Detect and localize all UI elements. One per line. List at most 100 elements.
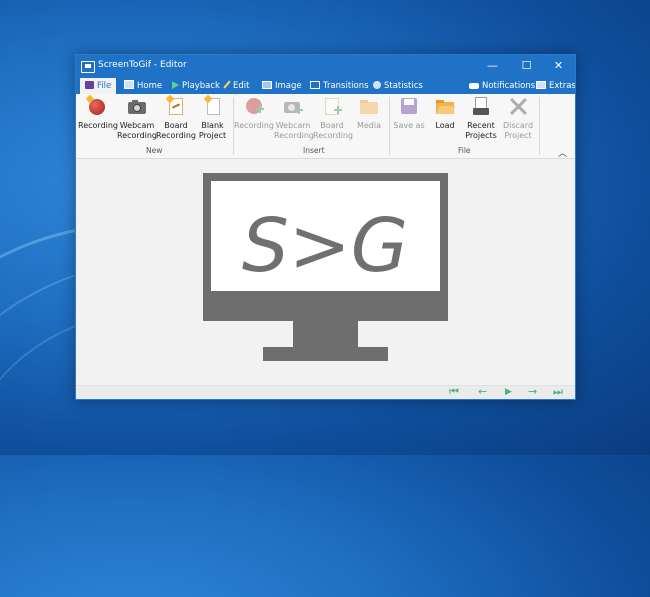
tab-home[interactable]: Home [124, 78, 162, 94]
tab-label: Home [137, 81, 163, 91]
button-label: Webcam Recording [274, 121, 315, 141]
button-label: Blank Project [196, 121, 229, 141]
notifications-label: Notifications [482, 81, 536, 91]
button-label: Recording [234, 121, 275, 130]
board-icon [165, 94, 186, 116]
window-title: ScreenToGif - Editor [98, 60, 187, 70]
tab-image[interactable]: Image [262, 78, 302, 94]
close-button[interactable]: ✕ [542, 55, 575, 78]
maximize-button[interactable]: ☐ [510, 55, 543, 78]
label-line: Recording [156, 131, 197, 140]
label-line: Project [198, 131, 227, 140]
folder-open-icon [435, 96, 456, 116]
logo-text: S>G [242, 203, 408, 289]
label-line: Board [320, 121, 344, 130]
save-icon [85, 81, 94, 89]
label-line: Webcam [275, 121, 311, 130]
camera-icon [283, 96, 303, 116]
button-label: Recording [78, 121, 119, 130]
home-icon [124, 80, 134, 89]
recent-projects-button[interactable]: Recent Projects [463, 96, 499, 141]
label-line: Project [504, 131, 532, 140]
minimize-button[interactable]: — [476, 55, 509, 78]
collapse-ribbon-button[interactable]: ︿ [558, 146, 567, 159]
insert-recording-button[interactable]: Recording [234, 96, 274, 131]
camera-icon [127, 96, 147, 116]
canvas-area: S>G [76, 159, 575, 385]
group-separator [539, 97, 540, 155]
save-icon [399, 96, 419, 116]
extras-button[interactable]: Extras [536, 78, 576, 94]
new-webcam-recording-button[interactable]: Webcam Recording [117, 96, 157, 141]
next-frame-button[interactable]: → [528, 385, 537, 399]
notification-icon [469, 83, 479, 89]
pencil-icon [223, 80, 231, 89]
new-board-recording-button[interactable]: Board Recording [156, 94, 196, 141]
label-line: Webcam [119, 121, 155, 130]
first-frame-button[interactable]: ⏮ [449, 385, 459, 399]
label-line: Recent [467, 121, 495, 130]
board-icon [322, 96, 342, 116]
record-icon [244, 96, 264, 116]
play-icon [172, 81, 179, 89]
status-bar: ⏮ ← ▶ → ⏭ [76, 385, 575, 399]
monitor-base [263, 347, 388, 361]
discard-icon [508, 96, 528, 116]
previous-frame-button[interactable]: ← [478, 385, 487, 399]
button-label: Board Recording [156, 121, 196, 141]
image-icon [262, 81, 272, 89]
extras-label: Extras [549, 81, 576, 91]
transitions-icon [310, 81, 320, 89]
group-label-file: File [458, 146, 471, 155]
title-bar[interactable]: ScreenToGif - Editor — ☐ ✕ [76, 55, 575, 78]
folder-icon [359, 96, 379, 116]
insert-board-recording-button[interactable]: Board Recording [313, 96, 353, 141]
insert-media-button[interactable]: Media [352, 96, 386, 131]
screentogif-logo: S>G [203, 173, 448, 361]
group-separator [389, 97, 390, 155]
tab-edit[interactable]: Edit [223, 78, 250, 94]
app-icon [81, 61, 95, 73]
info-icon [373, 81, 381, 89]
label-line: Board [164, 121, 188, 130]
ribbon-tab-row: File Home Playback Edit Image Transition… [76, 78, 575, 94]
editor-window: ScreenToGif - Editor — ☐ ✕ File Home Pla… [75, 54, 576, 400]
record-icon [85, 94, 107, 116]
load-button[interactable]: Load [428, 96, 462, 131]
new-recording-button[interactable]: Recording [78, 94, 119, 131]
last-frame-button[interactable]: ⏭ [553, 385, 563, 399]
tab-label: Image [275, 81, 302, 91]
label-line: Recording [274, 131, 315, 140]
tab-file[interactable]: File [80, 78, 117, 94]
tab-label: Transitions [323, 81, 369, 91]
recent-projects-icon [471, 96, 491, 116]
label-line: Projects [465, 131, 497, 140]
button-label: Discard Project [500, 121, 536, 141]
label-line: Discard [502, 121, 534, 130]
monitor-neck [293, 321, 358, 347]
button-label: Board Recording [313, 121, 353, 141]
discard-project-button[interactable]: Discard Project [500, 96, 536, 141]
insert-webcam-recording-button[interactable]: Webcam Recording [274, 96, 315, 141]
button-label: Save as [393, 121, 425, 130]
save-as-button[interactable]: Save as [392, 96, 426, 131]
notifications-button[interactable]: Notifications [469, 78, 535, 94]
tab-label: Statistics [384, 81, 423, 91]
ribbon-panel: Recording Webcam Recording Board Recording [76, 94, 575, 159]
label-line: Blank [201, 121, 224, 130]
new-blank-project-button[interactable]: Blank Project [196, 94, 229, 141]
tab-playback[interactable]: Playback [172, 78, 220, 94]
tab-transitions[interactable]: Transitions [310, 78, 369, 94]
tab-label: Edit [233, 81, 250, 91]
button-label: Webcam Recording [117, 121, 157, 141]
button-label: Load [435, 121, 455, 130]
group-label-new: New [146, 146, 163, 155]
button-label: Media [356, 121, 382, 130]
tab-label: File [97, 81, 112, 91]
play-button[interactable]: ▶ [505, 385, 512, 399]
tab-statistics[interactable]: Statistics [373, 78, 423, 94]
blank-file-icon [203, 94, 223, 116]
group-label-insert: Insert [303, 146, 325, 155]
label-line: Recording [117, 131, 158, 140]
button-label: Recent Projects [463, 121, 499, 141]
